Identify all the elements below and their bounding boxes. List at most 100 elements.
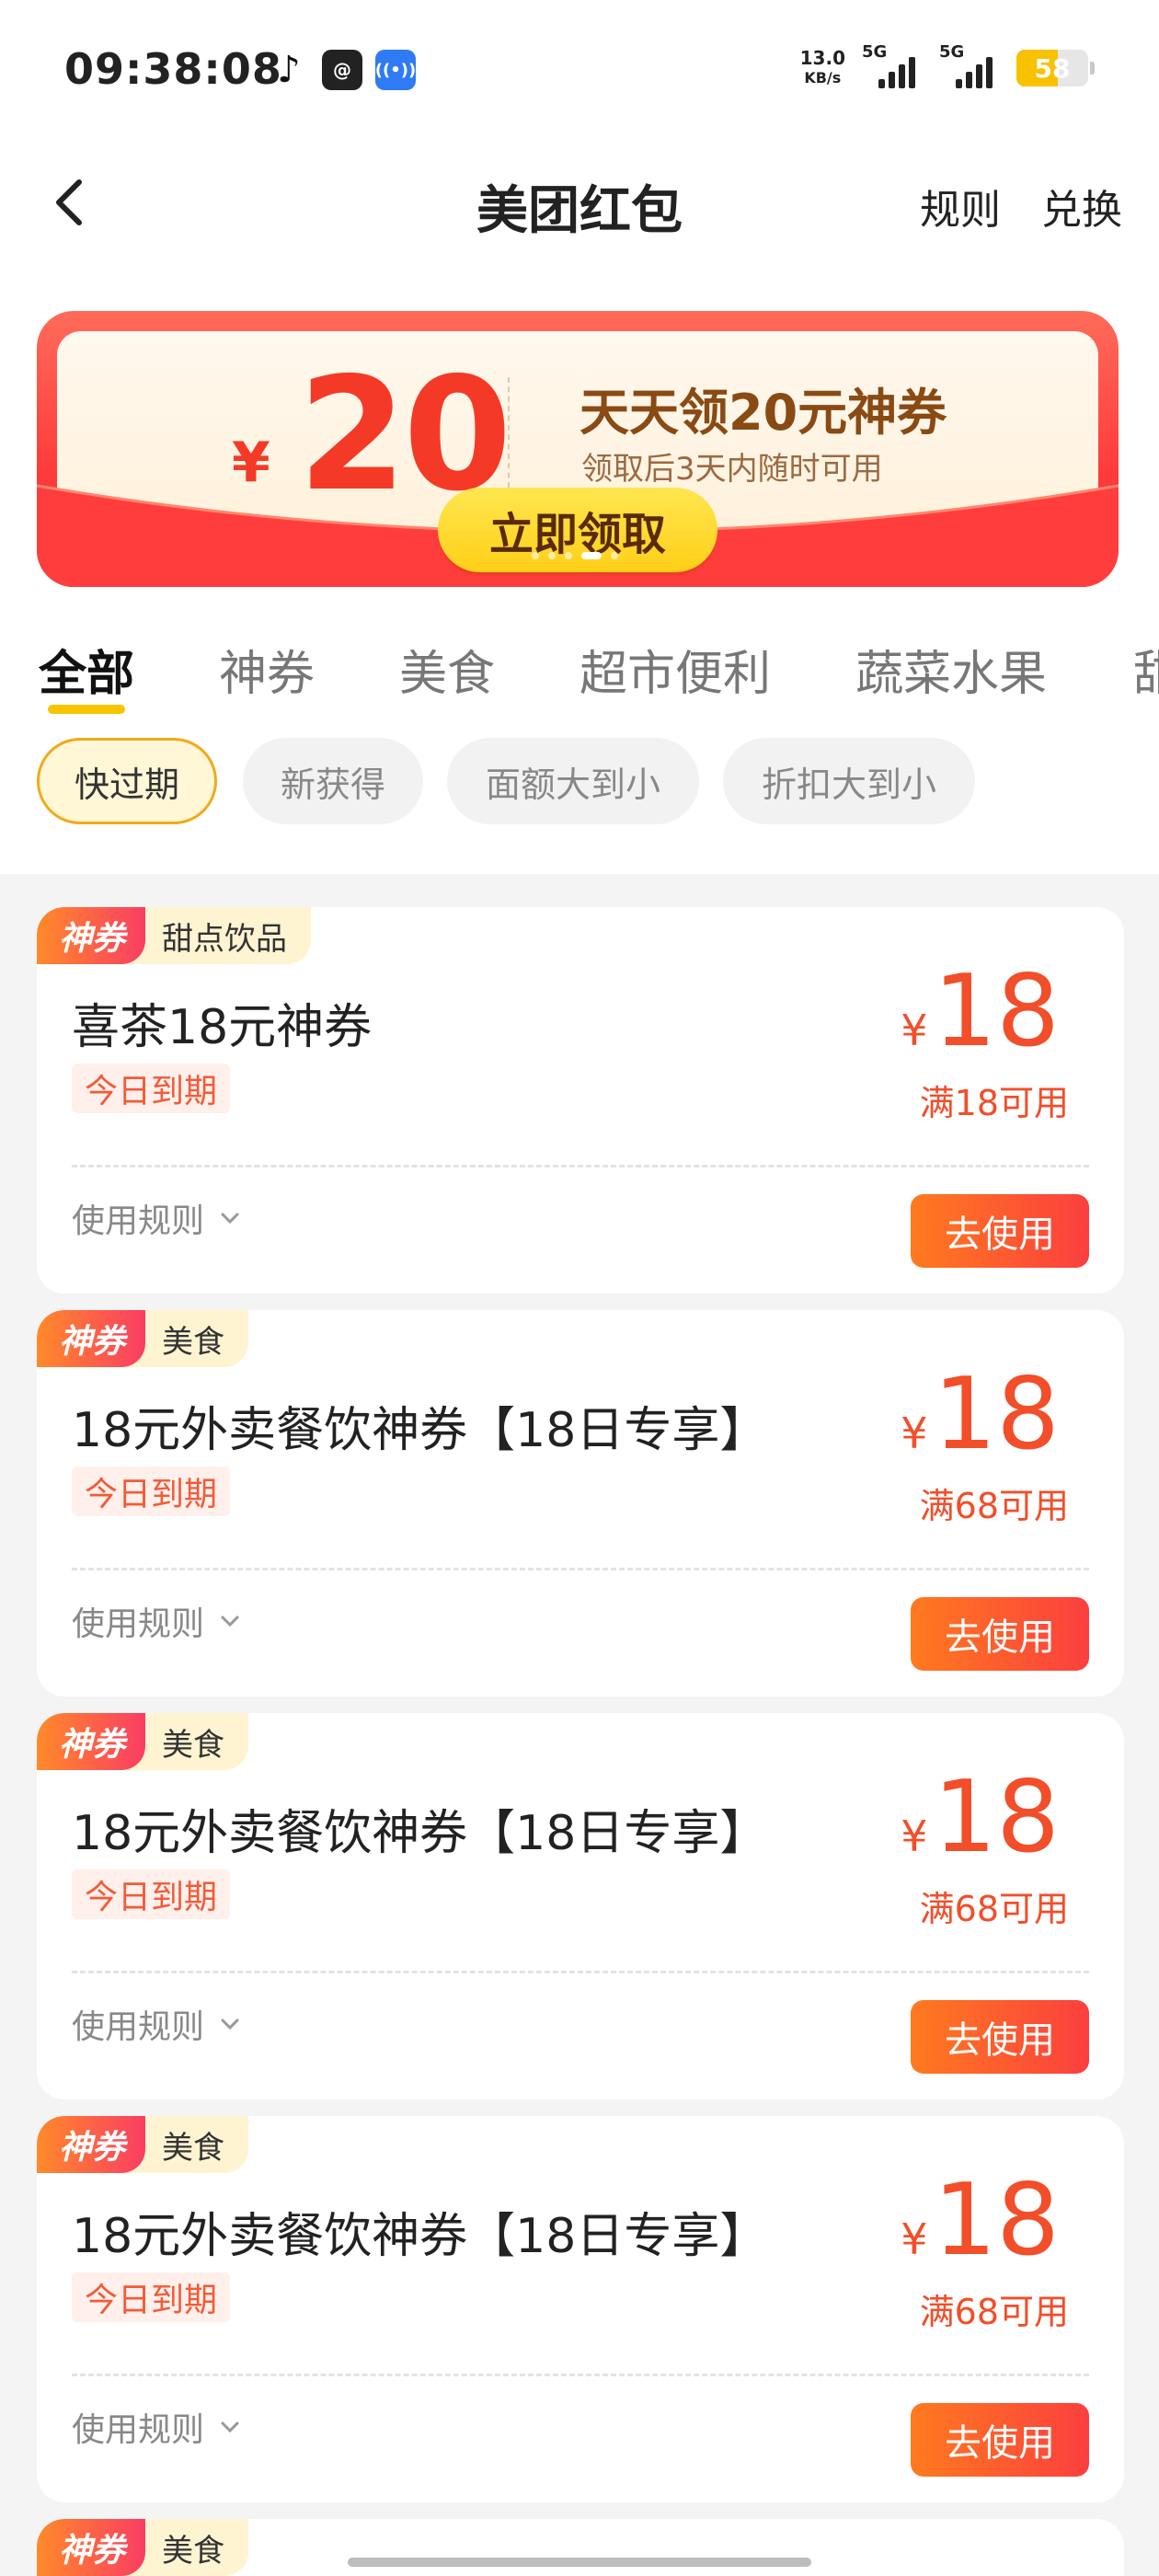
dashed-divider [72, 1568, 1089, 1570]
expiry-badge: 今日到期 [72, 1869, 231, 1919]
signal-bar [878, 79, 885, 88]
tab-supermarket[interactable]: 超市便利 [580, 635, 771, 704]
signal-label: 5G [939, 42, 965, 62]
signal-icon: 5G [939, 42, 1000, 88]
coupon-title: 喜茶18元神券 [72, 1000, 373, 1055]
coupon-card: 神券 美食 18元外卖餐饮神券【18日专享】 今日到期 ¥ 18 满68可用 使… [37, 1310, 1124, 1696]
shenquan-badge: 神券 [37, 1713, 146, 1770]
shenquan-badge: 神券 [37, 2519, 146, 2576]
pagination-dot [532, 552, 539, 559]
coupon-condition: 满68可用 [919, 2292, 1069, 2332]
price-currency: ¥ [901, 2214, 928, 2264]
chip-expiring-soon[interactable]: 快过期 [37, 738, 217, 824]
coupon-tags: 神券 美食 [37, 2116, 249, 2173]
coupon-card: 神券 美食 18元外卖餐饮神券【18日专享】 今日到期 ¥ 18 满68可用 使… [37, 1713, 1124, 2099]
coupon-card: 神券 甜点饮品 喜茶18元神券 今日到期 ¥ 18 满18可用 使用规则 去使用 [37, 907, 1124, 1294]
coupon-price: ¥ 18 [901, 957, 1060, 1067]
nav-bar: 美团红包 规则 兑换 [0, 156, 1159, 248]
signal-icon: 5G [862, 42, 923, 88]
exchange-link[interactable]: 兑换 [1041, 177, 1122, 236]
signal-bar [966, 72, 972, 88]
price-amount: 18 [933, 1760, 1060, 1875]
tab-food[interactable]: 美食 [399, 635, 495, 704]
chip-amount-desc[interactable]: 面额大到小 [447, 738, 699, 824]
tab-shenquan[interactable]: 神券 [219, 635, 315, 704]
use-button[interactable]: 去使用 [911, 1194, 1089, 1268]
coupon-price: ¥ 18 [901, 1763, 1060, 1873]
nfc-icon: ((•)) [375, 50, 416, 90]
dashed-divider [72, 1971, 1089, 1973]
net-speed-value: 13.0 [799, 47, 845, 69]
expiry-badge: 今日到期 [72, 1064, 231, 1113]
use-button[interactable]: 去使用 [911, 2000, 1089, 2074]
signal-bar [909, 57, 915, 88]
banner-pagination [532, 552, 618, 559]
shenquan-badge: 神券 [37, 907, 146, 964]
coupon-title: 18元外卖餐饮神券【18日专享】 [72, 1403, 768, 1458]
usage-rules-label: 使用规则 [72, 2008, 205, 2046]
coupon-tags: 神券 美食 [37, 1713, 249, 1770]
dashed-divider [72, 2374, 1089, 2376]
status-time: 09:38:08 [64, 44, 282, 94]
expiry-badge: 今日到期 [72, 1466, 231, 1516]
coupon-tags: 神券 甜点饮品 [37, 907, 312, 964]
net-speed: 13.0 KB/s [800, 48, 845, 88]
tiktok-icon: ♪ [277, 49, 301, 91]
claim-button[interactable]: 立即领取 [438, 488, 717, 572]
signal-bar [976, 64, 982, 88]
usage-rules-toggle[interactable]: 使用规则 [72, 2000, 243, 2048]
dashed-divider [72, 1165, 1089, 1167]
signal-bar [986, 57, 993, 88]
coupon-tags: 神券 美食 [37, 2519, 249, 2576]
pagination-dot [548, 552, 556, 559]
use-button[interactable]: 去使用 [911, 1597, 1089, 1671]
usage-rules-toggle[interactable]: 使用规则 [72, 1194, 243, 1242]
sort-chips: 快过期 新获得 面额大到小 折扣大到小 [0, 738, 1159, 826]
price-amount: 18 [933, 954, 1060, 1069]
usage-rules-toggle[interactable]: 使用规则 [72, 2403, 243, 2451]
pagination-dot [565, 552, 572, 559]
coupon-condition: 满18可用 [919, 1083, 1069, 1123]
use-button[interactable]: 去使用 [911, 2403, 1089, 2477]
chevron-down-icon [221, 2421, 239, 2433]
status-indicators: 13.0 KB/s 5G 5G 58 [800, 42, 1095, 88]
tab-vegetables-fruits[interactable]: 蔬菜水果 [855, 635, 1047, 704]
tab-dessert[interactable]: 甜 [1133, 635, 1159, 704]
chip-newly-obtained[interactable]: 新获得 [243, 738, 423, 824]
price-amount: 18 [933, 1357, 1060, 1472]
price-currency: ¥ [901, 1409, 928, 1458]
usage-rules-label: 使用规则 [72, 1605, 205, 1643]
coupon-card: 神券 美食 18元外卖餐饮神券【18日专享】 今日到期 ¥ 18 满68可用 使… [37, 2116, 1124, 2502]
promo-banner[interactable]: ¥ 20 天天领20元神券 领取后3天内随时可用 立即领取 [37, 311, 1119, 587]
usage-rules-label: 使用规则 [72, 1202, 205, 1240]
tab-all[interactable]: 全部 [39, 635, 134, 704]
price-amount: 18 [933, 2163, 1060, 2278]
rules-link[interactable]: 规则 [920, 177, 1001, 236]
chip-discount-desc[interactable]: 折扣大到小 [723, 738, 975, 824]
coupon-title: 18元外卖餐饮神券【18日专享】 [72, 1806, 768, 1861]
battery-tip [1090, 62, 1095, 75]
usage-rules-toggle[interactable]: 使用规则 [72, 1597, 243, 1645]
signal-bar [899, 64, 905, 88]
price-currency: ¥ [901, 1006, 928, 1055]
pagination-dot [611, 552, 618, 559]
expiry-badge: 今日到期 [72, 2272, 231, 2322]
signal-bar [956, 79, 962, 88]
coupon-condition: 满68可用 [919, 1889, 1069, 1929]
pagination-dot-active [581, 552, 602, 559]
coupon-price: ¥ 18 [901, 1360, 1060, 1470]
chat-icon: @ [322, 50, 362, 90]
chevron-down-icon [221, 2018, 239, 2030]
chevron-down-icon [221, 1213, 239, 1225]
coupon-title: 18元外卖餐饮神券【18日专享】 [72, 2209, 768, 2264]
status-bar: 09:38:08 ♪ @ ((•)) 13.0 KB/s 5G 5G 58 [0, 0, 1159, 138]
signal-bar [889, 72, 895, 88]
chevron-down-icon [221, 1616, 239, 1627]
battery-level: 58 [1034, 52, 1071, 84]
home-indicator[interactable] [348, 2558, 811, 2567]
coupon-condition: 满68可用 [919, 1486, 1069, 1526]
category-tabs: 全部 神券 美食 超市便利 蔬菜水果 甜 [0, 626, 1159, 718]
price-currency: ¥ [901, 1811, 928, 1861]
net-speed-unit: KB/s [804, 69, 842, 86]
shenquan-badge: 神券 [37, 2116, 146, 2173]
